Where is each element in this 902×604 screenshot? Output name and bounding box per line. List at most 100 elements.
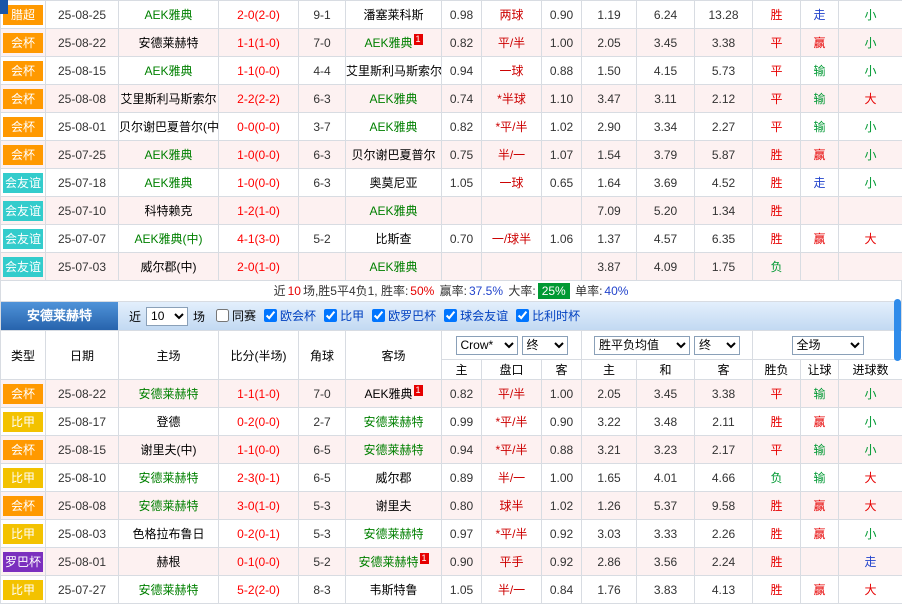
team-name-link[interactable]: 色格拉布鲁日 [132, 527, 204, 541]
league-filter-checkbox[interactable] [516, 309, 529, 322]
team-name-link[interactable]: 登德 [156, 415, 180, 429]
team-name-link[interactable]: 贝尔谢巴夏普尔 [351, 148, 435, 162]
team-name-link[interactable]: 安德莱赫特 [363, 415, 423, 429]
team-name-link[interactable]: 艾里斯利马斯索尔 [346, 64, 442, 78]
team-name-link[interactable]: AEK雅典 [369, 120, 417, 134]
euro-home-odds: 1.26 [582, 492, 637, 520]
team-name-link[interactable]: 安德莱赫特 [358, 555, 418, 569]
asian-handicap-line: 一/球半 [482, 225, 542, 253]
vertical-scrollbar-thumb[interactable] [894, 299, 901, 361]
asian-home-odds: 0.89 [442, 464, 482, 492]
team-name-link[interactable]: 威尔郡(中) [141, 260, 197, 274]
league-filter-label: 同赛 [232, 307, 256, 324]
team-name-link[interactable]: 潘塞莱科斯 [363, 8, 423, 22]
league-filter-checkbox[interactable] [216, 309, 229, 322]
team-name-link[interactable]: 安德莱赫特 [138, 36, 198, 50]
corners-cell: 7-0 [299, 29, 346, 57]
asian-away-odds: 1.00 [542, 380, 582, 408]
bookmaker-select[interactable]: Crow* [456, 336, 518, 355]
asian-home-odds: 0.74 [442, 85, 482, 113]
league-filter-checkbox[interactable] [444, 309, 457, 322]
league-filter-checkbox[interactable] [264, 309, 277, 322]
team-name-link[interactable]: 奥莫尼亚 [369, 176, 417, 190]
team-name-link[interactable]: 谢里夫 [375, 499, 411, 513]
result-goals [839, 253, 902, 281]
result-wdl: 胜 [753, 576, 801, 604]
league-type-badge: 会友谊 [3, 173, 43, 193]
league-type-cell: 会友谊 [1, 225, 46, 253]
league-filter[interactable]: 比甲 [324, 307, 364, 324]
euro-odds-group-header: 胜平负均值 终 [582, 331, 753, 360]
league-type-badge: 会杯 [3, 440, 43, 460]
euro-final-select[interactable]: 终 [694, 336, 740, 355]
home-team-cell: 色格拉布鲁日 [119, 520, 219, 548]
league-filter-checkbox[interactable] [324, 309, 337, 322]
result-wdl: 胜 [753, 225, 801, 253]
team-name-link[interactable]: 艾里斯利马斯索尔 [120, 92, 216, 106]
team-name-link[interactable]: AEK雅典 [369, 204, 417, 218]
asian-handicap-line: 平手 [482, 548, 542, 576]
league-filter[interactable]: 同赛 [216, 307, 256, 324]
result-wdl: 平 [753, 29, 801, 57]
league-type-badge: 会友谊 [3, 229, 43, 249]
score-cell: 1-0(0-0) [219, 141, 299, 169]
match-scope-select[interactable]: 全场 [792, 336, 864, 355]
score-cell: 2-2(2-2) [219, 85, 299, 113]
match-filters: 近 10 场 同赛欧会杯比甲欧罗巴杯球会友谊比利时杯 [118, 307, 580, 326]
euro-home-odds: 3.22 [582, 408, 637, 436]
league-filter[interactable]: 球会友谊 [444, 307, 508, 324]
team-name-link[interactable]: 科特赖克 [144, 204, 192, 218]
team-name-link[interactable]: 安德莱赫特 [138, 583, 198, 597]
team-name-link[interactable]: 赫根 [156, 555, 180, 569]
asian-handicap-line: 平/半 [482, 380, 542, 408]
away-team-cell: 潘塞莱科斯 [346, 1, 442, 29]
col-header-away: 客场 [346, 331, 442, 380]
result-goals: 大 [839, 492, 902, 520]
asian-home-odds: 0.80 [442, 492, 482, 520]
league-type-badge: 会友谊 [3, 257, 43, 277]
team-name-link[interactable]: AEK雅典 [144, 148, 192, 162]
league-filter-label: 比利时杯 [532, 307, 580, 324]
league-filter-label: 比甲 [340, 307, 364, 324]
match-count-select[interactable]: 10 [146, 307, 188, 326]
team-name-link[interactable]: 安德莱赫特 [363, 527, 423, 541]
asian-handicap-line: 半/一 [482, 576, 542, 604]
league-filter-checkbox[interactable] [372, 309, 385, 322]
team-name-link[interactable]: AEK雅典 [364, 387, 412, 401]
asian-home-odds: 1.05 [442, 169, 482, 197]
euro-average-select[interactable]: 胜平负均值 [594, 336, 690, 355]
match-date: 25-08-01 [46, 548, 119, 576]
team-name-link[interactable]: AEK雅典 [369, 92, 417, 106]
team-name-link[interactable]: 比斯查 [375, 232, 411, 246]
team-name-link[interactable]: AEK雅典 [144, 8, 192, 22]
league-filter[interactable]: 比利时杯 [516, 307, 580, 324]
team-name-link[interactable]: AEK雅典 [144, 176, 192, 190]
team-name-link[interactable]: 韦斯特鲁 [369, 583, 417, 597]
asian-handicap-line: *平/半 [482, 408, 542, 436]
league-filter[interactable]: 欧会杯 [264, 307, 316, 324]
team-name-link[interactable]: 安德莱赫特 [138, 499, 198, 513]
result-wdl: 平 [753, 85, 801, 113]
result-handicap: 赢 [801, 225, 839, 253]
team-name-link[interactable]: 谢里夫(中) [141, 443, 197, 457]
team-name-link[interactable]: 安德莱赫特 [138, 471, 198, 485]
team-name-link[interactable]: AEK雅典(中) [134, 232, 202, 246]
away-team-cell: 安德莱赫特1 [346, 548, 442, 576]
league-filter[interactable]: 欧罗巴杯 [372, 307, 436, 324]
team-name-link[interactable]: 威尔郡 [375, 471, 411, 485]
team-name-link[interactable]: 安德莱赫特 [138, 387, 198, 401]
score-cell: 1-1(1-0) [219, 29, 299, 57]
team-name-link[interactable]: AEK雅典 [369, 260, 417, 274]
asian-final-select[interactable]: 终 [522, 336, 568, 355]
match-date: 25-08-10 [46, 464, 119, 492]
summary-segment: 场,胜5平4负1, 胜率: [303, 284, 408, 298]
team-name-link[interactable]: AEK雅典 [364, 36, 412, 50]
team-name-link[interactable]: AEK雅典 [144, 64, 192, 78]
team-name-link[interactable]: 安德莱赫特 [363, 443, 423, 457]
team-name-link[interactable]: 贝尔谢巴夏普尔(中) [119, 120, 219, 134]
league-type-cell: 会友谊 [1, 169, 46, 197]
euro-home-odds: 1.19 [582, 1, 637, 29]
result-handicap: 输 [801, 380, 839, 408]
match-row: 会友谊25-07-07AEK雅典(中)4-1(3-0)5-2比斯查0.70一/球… [1, 225, 902, 253]
match-row: 会友谊25-07-10科特赖克1-2(1-0)AEK雅典7.095.201.34… [1, 197, 902, 225]
